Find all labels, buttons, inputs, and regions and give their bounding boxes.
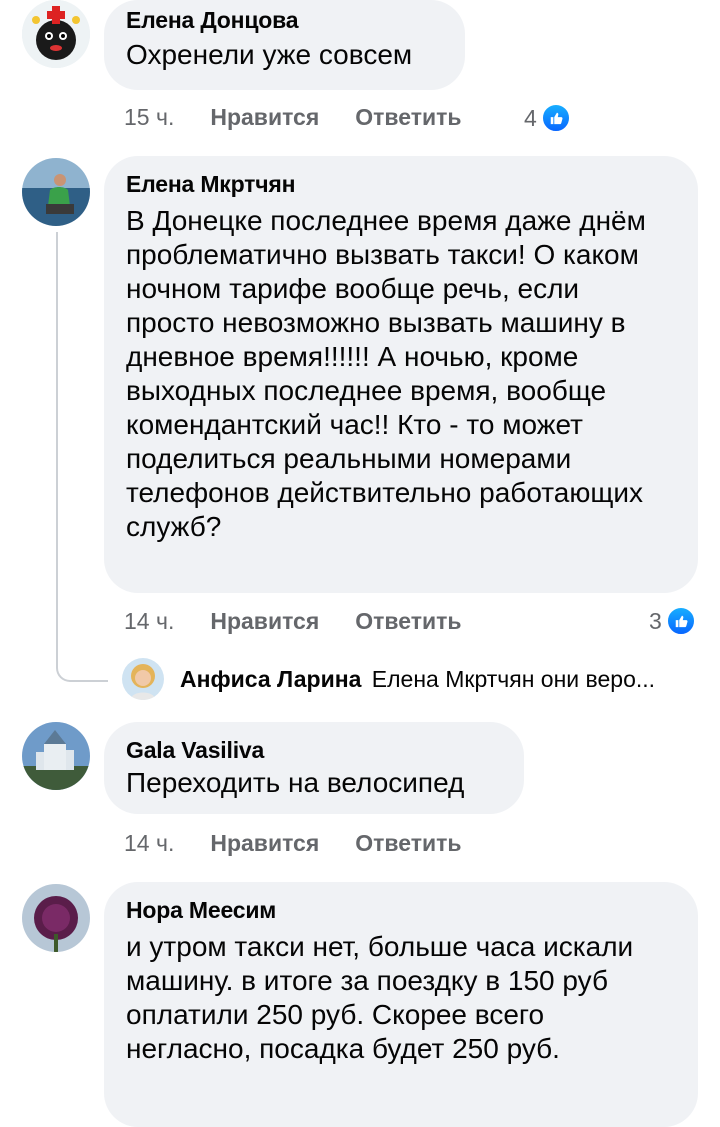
like-button[interactable]: Нравится <box>210 608 319 635</box>
comment-actions: 15 ч. Нравится Ответить <box>124 104 462 131</box>
comment-author[interactable]: Елена Донцова <box>126 6 443 34</box>
reply-thread-line <box>56 232 108 682</box>
comment-text: В Донецке последнее время даже днём проб… <box>126 205 646 542</box>
reply-author[interactable]: Анфиса Ларина <box>180 666 361 692</box>
reaction-count-value: 4 <box>524 104 537 131</box>
comment-bubble: Елена Донцова Охренели уже совсем <box>104 0 465 90</box>
like-button[interactable]: Нравится <box>210 104 319 131</box>
reaction-count-value: 3 <box>649 607 662 634</box>
reply-avatar[interactable] <box>122 658 164 700</box>
reply-button[interactable]: Ответить <box>355 608 461 635</box>
comment-author[interactable]: Елена Мкртчян <box>126 170 676 198</box>
avatar[interactable] <box>22 0 90 68</box>
avatar[interactable] <box>22 158 90 226</box>
comment-actions: 14 ч. Нравится Ответить <box>124 830 462 857</box>
comment-author[interactable]: Gala Vasiliva <box>126 736 502 764</box>
comment-text: Переходить на велосипед <box>126 767 465 798</box>
reply-button[interactable]: Ответить <box>355 104 461 131</box>
comment-author[interactable]: Нора Меесим <box>126 896 676 924</box>
comment-time[interactable]: 14 ч. <box>124 830 174 857</box>
like-button[interactable]: Нравится <box>210 830 319 857</box>
avatar[interactable] <box>22 722 90 790</box>
reaction-count[interactable]: 4 <box>524 103 571 133</box>
like-reaction-icon <box>665 606 696 636</box>
reply-text: Елена Мкртчян они веро... <box>371 666 656 692</box>
comment-time[interactable]: 15 ч. <box>124 104 174 131</box>
comment-time[interactable]: 14 ч. <box>124 608 174 635</box>
comment-bubble: Gala Vasiliva Переходить на велосипед <box>104 722 524 814</box>
avatar[interactable] <box>22 884 90 952</box>
like-reaction-icon <box>540 103 571 133</box>
comment-bubble: Елена Мкртчян В Донецке последнее время … <box>104 156 698 593</box>
comment-actions: 14 ч. Нравится Ответить <box>124 608 462 635</box>
reply-button[interactable]: Ответить <box>355 830 461 857</box>
comment-text: и утром такси нет, больше часа искали ма… <box>126 931 634 1064</box>
comment-text: Охренели уже совсем <box>126 39 413 70</box>
reaction-count[interactable]: 3 <box>649 606 696 636</box>
comment-bubble: Нора Меесим и утром такси нет, больше ча… <box>104 882 698 1127</box>
reply-preview[interactable]: Анфиса Ларина Елена Мкртчян они веро... <box>180 666 655 693</box>
